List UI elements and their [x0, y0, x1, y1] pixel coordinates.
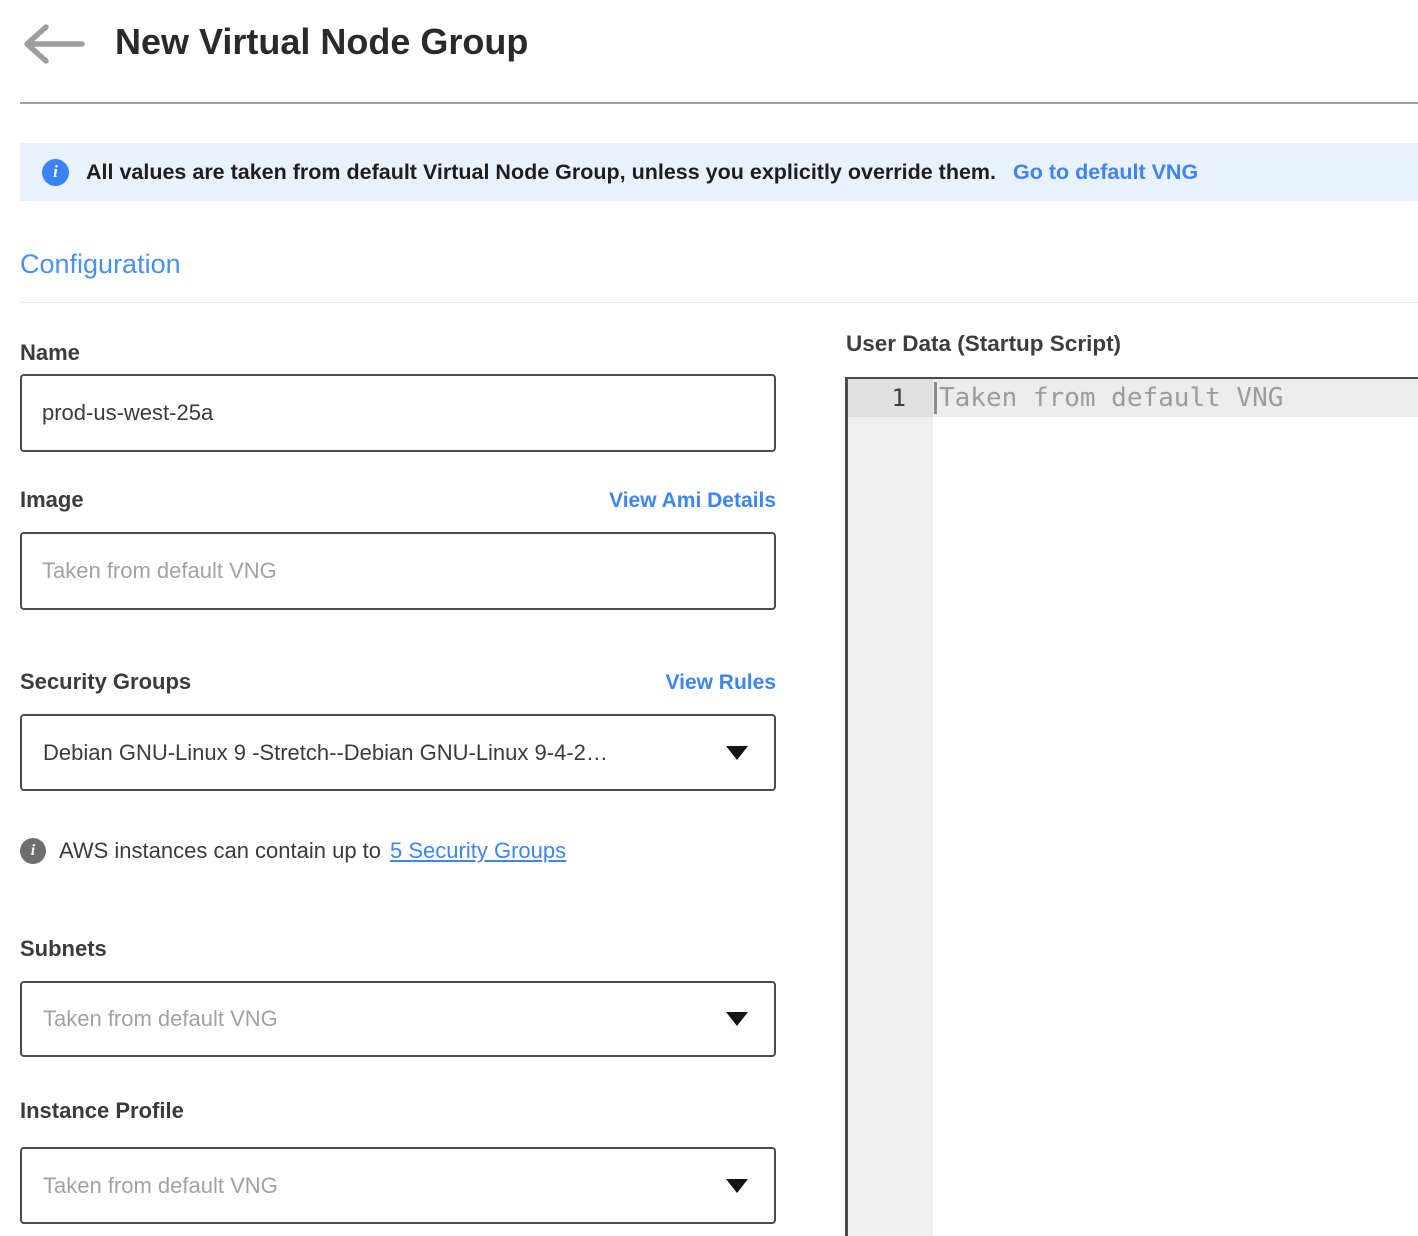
chevron-down-icon	[726, 1179, 748, 1193]
page-title: New Virtual Node Group	[115, 21, 528, 63]
subnets-placeholder: Taken from default VNG	[43, 1006, 278, 1032]
instance-profile-select[interactable]: Taken from default VNG	[20, 1147, 776, 1224]
security-groups-label: Security Groups	[20, 669, 191, 695]
security-groups-selected-value: Debian GNU-Linux 9 -Stretch--Debian GNU-…	[43, 740, 608, 766]
security-groups-field-header: Security Groups View Rules	[20, 669, 776, 695]
editor-gutter: 1	[848, 379, 933, 1236]
go-to-default-vng-link[interactable]: Go to default VNG	[1013, 160, 1198, 185]
instance-profile-label: Instance Profile	[20, 1098, 184, 1124]
user-data-editor[interactable]: 1 Taken from default VNG	[845, 377, 1418, 1236]
editor-placeholder-text: Taken from default VNG	[939, 383, 1283, 413]
name-field-header: Name	[20, 340, 776, 366]
header-divider	[20, 102, 1418, 104]
security-groups-select[interactable]: Debian GNU-Linux 9 -Stretch--Debian GNU-…	[20, 714, 776, 791]
editor-active-line: Taken from default VNG	[933, 379, 1418, 417]
subnets-label: Subnets	[20, 936, 107, 962]
image-input[interactable]	[20, 532, 776, 610]
info-banner: i All values are taken from default Virt…	[20, 143, 1418, 201]
user-data-label: User Data (Startup Script)	[846, 331, 1121, 357]
subnets-field-header: Subnets	[20, 936, 776, 962]
security-groups-limit-link[interactable]: 5 Security Groups	[390, 838, 566, 864]
editor-line-number: 1	[848, 379, 933, 417]
security-groups-note: i AWS instances can contain up to 5 Secu…	[20, 838, 566, 864]
name-label: Name	[20, 340, 80, 366]
chevron-down-icon	[726, 746, 748, 760]
view-rules-link[interactable]: View Rules	[666, 671, 777, 695]
configuration-section-title: Configuration	[20, 249, 181, 280]
view-ami-details-link[interactable]: View Ami Details	[609, 489, 776, 513]
section-divider	[20, 302, 1418, 303]
subnets-select[interactable]: Taken from default VNG	[20, 981, 776, 1057]
info-icon: i	[42, 159, 69, 186]
text-cursor-icon	[934, 382, 937, 414]
chevron-down-icon	[726, 1012, 748, 1026]
security-groups-note-text: AWS instances can contain up to	[59, 838, 381, 864]
banner-message: All values are taken from default Virtua…	[86, 160, 996, 185]
back-arrow-icon[interactable]	[18, 22, 88, 66]
image-label: Image	[20, 487, 84, 513]
name-input[interactable]	[20, 374, 776, 452]
instance-profile-placeholder: Taken from default VNG	[43, 1173, 278, 1199]
instance-profile-field-header: Instance Profile	[20, 1098, 776, 1124]
image-field-header: Image View Ami Details	[20, 487, 776, 513]
info-icon: i	[20, 838, 46, 864]
